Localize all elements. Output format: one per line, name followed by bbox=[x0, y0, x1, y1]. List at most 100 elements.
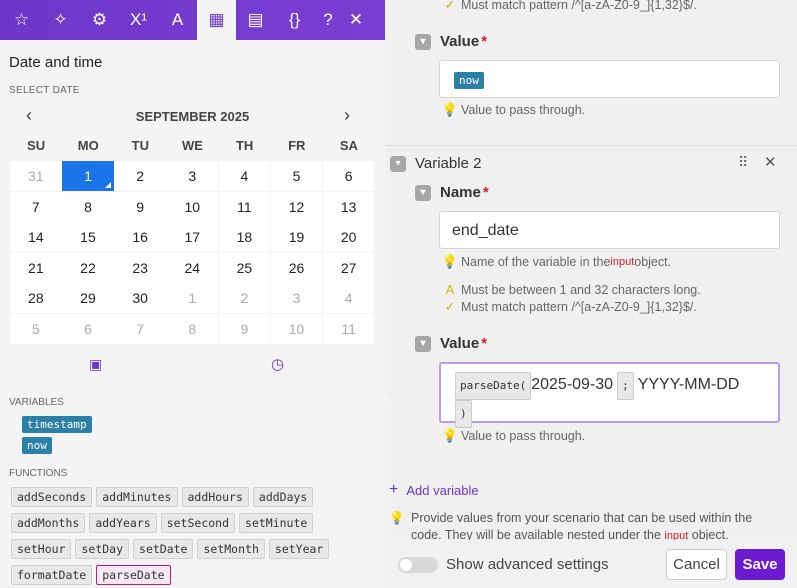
clock-icon[interactable]: ◷ bbox=[271, 355, 284, 373]
var-now[interactable]: now bbox=[22, 436, 52, 454]
calendar-day[interactable]: 16 bbox=[114, 222, 166, 252]
cancel-button[interactable]: Cancel bbox=[666, 549, 727, 580]
rule-text: Must be between 1 and 32 characters long… bbox=[461, 282, 701, 297]
calendar-day[interactable]: 11 bbox=[218, 191, 271, 222]
function-setSecond[interactable]: setSecond bbox=[160, 513, 236, 533]
separator-pill[interactable]: ; bbox=[617, 372, 634, 400]
calendar-day[interactable]: 24 bbox=[166, 252, 219, 283]
function-setMinute[interactable]: setMinute bbox=[239, 513, 314, 533]
calendar-day[interactable]: 6 bbox=[322, 161, 375, 191]
calendar-day[interactable]: 13 bbox=[322, 191, 375, 222]
calendar-day[interactable]: 8 bbox=[166, 313, 219, 344]
remove-icon[interactable]: ✕ bbox=[764, 153, 777, 171]
calendar-day[interactable]: 2 bbox=[218, 283, 271, 313]
function-setDate[interactable]: setDate bbox=[133, 539, 194, 559]
calendar-day[interactable]: 9 bbox=[218, 313, 271, 344]
day-number: 8 bbox=[84, 198, 92, 215]
function-addDays[interactable]: addDays bbox=[252, 487, 314, 507]
day-number: 11 bbox=[341, 320, 356, 337]
weekday-label: SU bbox=[27, 138, 46, 153]
calendar-day[interactable]: 10 bbox=[166, 191, 219, 222]
pill-now[interactable]: now bbox=[22, 437, 52, 454]
function-formatDate[interactable]: formatDate bbox=[11, 565, 93, 585]
calendar-day[interactable]: 20 bbox=[322, 222, 375, 252]
calendar-day[interactable]: 7 bbox=[114, 313, 166, 344]
drag-handle-icon[interactable]: ⠿ bbox=[738, 154, 748, 171]
star-icon[interactable]: ☆ bbox=[2, 0, 41, 40]
day-number: 5 bbox=[292, 168, 301, 184]
day-number: 13 bbox=[340, 198, 357, 215]
function-addSeconds[interactable]: addSeconds bbox=[11, 487, 93, 507]
calendar-day[interactable]: 17 bbox=[166, 222, 219, 252]
collapse-toggle[interactable]: ▾ bbox=[390, 155, 406, 172]
calendar-day[interactable]: 12 bbox=[270, 191, 323, 222]
name-input[interactable]: end_date bbox=[439, 211, 780, 249]
calendar-day[interactable]: 1 bbox=[166, 283, 219, 313]
calendar-day[interactable]: 4 bbox=[218, 161, 271, 191]
calendar-day[interactable]: 23 bbox=[114, 252, 166, 283]
function-setHour[interactable]: setHour bbox=[11, 539, 72, 559]
calendar-day[interactable]: 3 bbox=[270, 283, 323, 313]
value-input-2[interactable]: parseDate(2025-09-30; YYYY-MM-DD ) bbox=[439, 362, 780, 428]
calendar-day[interactable]: 30 bbox=[114, 283, 166, 313]
required-star: * bbox=[481, 335, 488, 352]
braces-icon[interactable]: {} bbox=[275, 0, 314, 40]
calendar-icon[interactable]: ▦ bbox=[197, 0, 236, 40]
calendar-day[interactable]: 3 bbox=[166, 161, 219, 191]
close-icon[interactable]: ✕ bbox=[342, 0, 370, 40]
text-icon[interactable]: A bbox=[158, 0, 197, 40]
calendar-day[interactable]: 22 bbox=[62, 252, 114, 283]
calendar-day[interactable]: 6 bbox=[62, 313, 114, 344]
collapse-toggle[interactable]: ▾ bbox=[415, 335, 431, 352]
calendar-day[interactable]: 21 bbox=[10, 252, 62, 283]
save-button[interactable]: Save bbox=[735, 549, 785, 580]
function-addYears[interactable]: addYears bbox=[89, 513, 157, 533]
calendar-day[interactable]: 10 bbox=[270, 313, 323, 344]
calendar-day[interactable]: 5 bbox=[270, 161, 323, 191]
calendar-day[interactable]: 9 bbox=[114, 191, 166, 222]
rule-pattern: ✓ Must match pattern /^[a-zA-Z0-9_]{1,32… bbox=[439, 299, 697, 315]
calendar-day[interactable]: 26 bbox=[270, 252, 323, 283]
function-setDay[interactable]: setDay bbox=[75, 539, 130, 559]
calendar-day[interactable]: 31 bbox=[10, 161, 62, 191]
sparkle-icon[interactable]: ✧ bbox=[41, 0, 80, 40]
function-addMinutes[interactable]: addMinutes bbox=[96, 487, 178, 507]
next-month-icon[interactable]: › bbox=[344, 105, 350, 126]
advanced-toggle[interactable] bbox=[398, 557, 438, 573]
calendar-day[interactable]: 19 bbox=[270, 222, 323, 252]
function-addMonths[interactable]: addMonths bbox=[11, 513, 86, 533]
calendar-day[interactable]: 7 bbox=[10, 191, 62, 222]
collapse-toggle[interactable]: ▾ bbox=[415, 33, 431, 50]
function-setYear[interactable]: setYear bbox=[268, 539, 330, 559]
function-pill-open[interactable]: parseDate( bbox=[455, 372, 532, 400]
calendar-day[interactable]: 2 bbox=[114, 161, 166, 191]
calendar-day[interactable]: 1 bbox=[62, 161, 114, 191]
calendar-day[interactable]: 5 bbox=[10, 313, 62, 344]
pill-timestamp[interactable]: timestamp bbox=[22, 416, 92, 433]
var-timestamp[interactable]: timestamp bbox=[22, 415, 92, 433]
help-icon[interactable]: ? bbox=[314, 0, 342, 40]
gear-icon[interactable]: ⚙ bbox=[80, 0, 119, 40]
calendar-day[interactable]: 28 bbox=[10, 283, 62, 313]
calendar-day[interactable]: 15 bbox=[62, 222, 114, 252]
calendar-day[interactable]: 4 bbox=[322, 283, 375, 313]
function-parseDate[interactable]: parseDate bbox=[96, 565, 171, 585]
function-setMonth[interactable]: setMonth bbox=[197, 539, 265, 559]
calendar-day[interactable]: 27 bbox=[322, 252, 375, 283]
calendar-day[interactable]: 14 bbox=[10, 222, 62, 252]
table-icon[interactable]: ▤ bbox=[236, 0, 275, 40]
superscript-icon[interactable]: X¹ bbox=[119, 0, 158, 40]
calendar-day[interactable]: 11 bbox=[322, 313, 375, 344]
toggle-knob bbox=[400, 559, 412, 571]
calendar-day[interactable]: 8 bbox=[62, 191, 114, 222]
function-addHours[interactable]: addHours bbox=[181, 487, 249, 507]
calendar-check-icon[interactable]: ▣ bbox=[89, 356, 102, 373]
calendar-day[interactable]: 25 bbox=[218, 252, 271, 283]
calendar-day[interactable]: 29 bbox=[62, 283, 114, 313]
pill-now[interactable]: now bbox=[454, 72, 484, 89]
add-variable-button[interactable]: + Add variable bbox=[389, 481, 479, 499]
function-pill-close[interactable]: ) bbox=[455, 400, 472, 428]
collapse-toggle[interactable]: ▾ bbox=[415, 184, 431, 201]
value-input-1[interactable]: now bbox=[439, 60, 780, 98]
calendar-day[interactable]: 18 bbox=[218, 222, 271, 252]
